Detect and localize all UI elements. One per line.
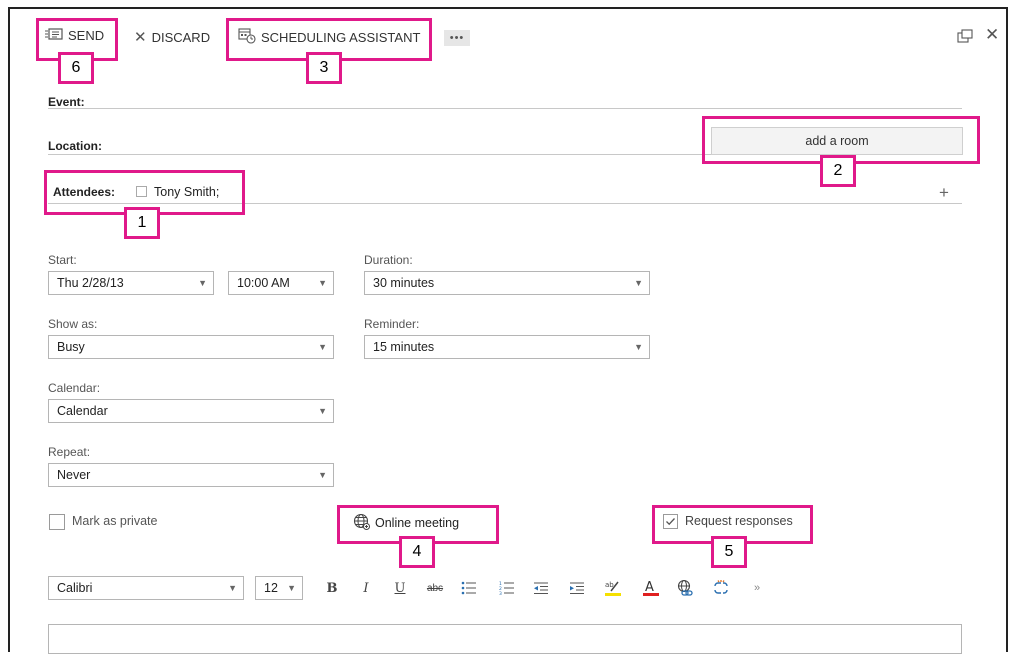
reminder-select[interactable]: 15 minutes ▼ xyxy=(364,335,650,359)
event-field-line[interactable] xyxy=(48,108,962,109)
reminder-label: Reminder: xyxy=(364,317,420,331)
location-label: Location: xyxy=(48,139,102,153)
show-as-select[interactable]: Busy ▼ xyxy=(48,335,334,359)
start-date-value: Thu 2/28/13 xyxy=(57,276,124,290)
message-body-editor[interactable] xyxy=(48,624,962,654)
font-family-select[interactable]: Calibri ▼ xyxy=(48,576,244,600)
chevron-down-icon: ▼ xyxy=(634,342,643,352)
callout-5: 5 xyxy=(711,536,747,568)
chevron-down-icon: ▼ xyxy=(634,278,643,288)
mark-private-label: Mark as private xyxy=(72,514,158,528)
show-as-label: Show as: xyxy=(48,317,98,331)
svg-text:3: 3 xyxy=(499,591,502,595)
mark-private-checkbox[interactable] xyxy=(49,514,65,530)
close-icon: ✕ xyxy=(134,29,147,46)
callout-4: 4 xyxy=(399,536,435,568)
discard-label: DISCARD xyxy=(151,29,211,45)
popout-icon[interactable] xyxy=(957,29,973,46)
strikethrough-icon[interactable]: abc xyxy=(424,578,446,598)
bullet-list-icon[interactable] xyxy=(460,578,478,598)
start-label: Start: xyxy=(48,253,77,267)
font-size-select[interactable]: 12 ▼ xyxy=(255,576,303,600)
remove-link-icon[interactable] xyxy=(712,578,730,598)
italic-icon[interactable]: I xyxy=(358,578,374,598)
callout-2: 2 xyxy=(820,155,856,187)
svg-text:A: A xyxy=(645,580,654,595)
insert-link-icon[interactable] xyxy=(676,578,694,598)
calendar-select[interactable]: Calendar ▼ xyxy=(48,399,334,423)
chevron-down-icon: ▼ xyxy=(318,342,327,352)
chevron-down-icon: ▼ xyxy=(318,406,327,416)
more-options-button[interactable]: ••• xyxy=(444,30,470,46)
chevron-down-icon: ▼ xyxy=(318,278,327,288)
repeat-label: Repeat: xyxy=(48,445,91,459)
repeat-value: Never xyxy=(57,468,91,482)
chevron-down-icon: ▼ xyxy=(287,583,296,593)
discard-button[interactable]: ✕ DISCARD xyxy=(134,28,210,46)
start-time-value: 10:00 AM xyxy=(237,276,290,290)
close-window-icon[interactable]: ✕ xyxy=(985,25,999,45)
decrease-indent-icon[interactable] xyxy=(532,578,550,598)
numbered-list-icon[interactable]: 123 xyxy=(498,578,516,598)
reminder-value: 15 minutes xyxy=(373,340,435,354)
expand-toolbar-icon[interactable]: » xyxy=(750,578,764,598)
bold-icon[interactable]: B xyxy=(324,578,340,598)
start-date-select[interactable]: Thu 2/28/13 ▼ xyxy=(48,271,214,295)
show-as-value: Busy xyxy=(57,340,85,354)
event-label: Event: xyxy=(48,95,85,109)
font-size-value: 12 xyxy=(264,581,278,595)
start-time-select[interactable]: 10:00 AM ▼ xyxy=(228,271,334,295)
chevron-down-icon: ▼ xyxy=(228,583,237,593)
font-family-value: Calibri xyxy=(57,581,93,595)
repeat-select[interactable]: Never ▼ xyxy=(48,463,334,487)
chevron-down-icon: ▼ xyxy=(318,470,327,480)
font-color-icon[interactable]: A xyxy=(642,578,660,598)
add-attendee-icon[interactable]: + xyxy=(939,183,949,203)
chevron-down-icon: ▼ xyxy=(198,278,207,288)
increase-indent-icon[interactable] xyxy=(568,578,586,598)
duration-label: Duration: xyxy=(364,253,413,267)
highlight-icon[interactable]: ab xyxy=(604,578,622,598)
callout-1: 1 xyxy=(124,207,160,239)
calendar-label: Calendar: xyxy=(48,381,101,395)
callout-3: 3 xyxy=(306,52,342,84)
duration-select[interactable]: 30 minutes ▼ xyxy=(364,271,650,295)
callout-6: 6 xyxy=(58,52,94,84)
underline-icon[interactable]: U xyxy=(392,578,408,598)
compose-window-frame xyxy=(8,7,1008,652)
duration-value: 30 minutes xyxy=(373,276,435,290)
calendar-value: Calendar xyxy=(57,404,108,418)
